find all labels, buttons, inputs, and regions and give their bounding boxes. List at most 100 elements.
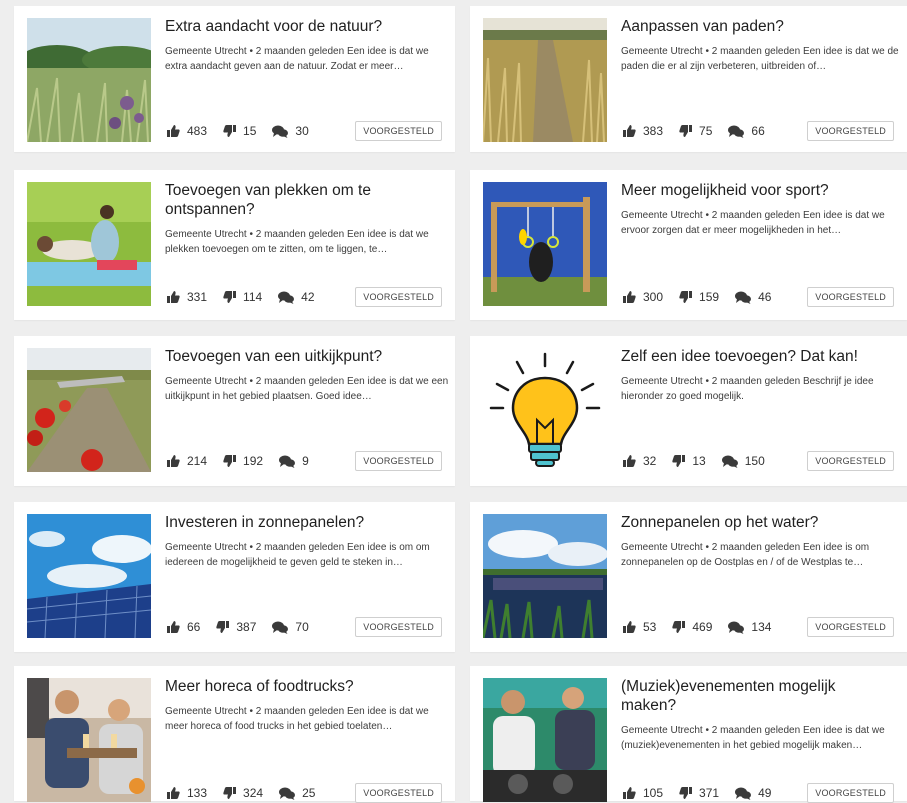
like-button[interactable]: 300 [623,290,663,304]
like-count: 483 [187,124,208,138]
thumbs-down-icon [679,787,693,799]
comments-button[interactable]: 49 [735,786,771,800]
dislike-button[interactable]: 159 [679,290,719,304]
idea-card[interactable]: (Muziek)evenementen mogelijk maken? Geme… [470,666,907,803]
idea-card[interactable]: Meer mogelijkheid voor sport? Gemeente U… [470,170,907,320]
status-badge: VOORGESTELD [355,287,442,307]
idea-title[interactable]: Toevoegen van plekken om te ontspannen? [165,181,415,219]
dislike-button[interactable]: 469 [672,620,712,634]
like-button[interactable]: 133 [167,786,207,800]
dislike-button[interactable]: 387 [216,620,256,634]
thumbs-up-icon [623,125,636,137]
like-button[interactable]: 331 [167,290,207,304]
idea-card[interactable]: Toevoegen van een uitkijkpunt? Gemeente … [14,336,455,486]
thumbs-down-icon [223,291,237,303]
like-button[interactable]: 383 [623,124,663,138]
like-button[interactable]: 483 [167,124,207,138]
status-badge: VOORGESTELD [807,121,894,141]
comments-button[interactable]: 42 [278,290,315,304]
thumbs-down-icon [223,455,237,467]
comments-button[interactable]: 46 [735,290,771,304]
like-count: 133 [187,786,208,800]
comments-button[interactable]: 134 [728,620,771,634]
dislike-count: 75 [699,124,713,138]
dislike-count: 114 [243,290,263,304]
idea-image[interactable] [483,348,607,472]
dislike-button[interactable]: 114 [223,290,262,304]
dislike-button[interactable]: 192 [223,454,263,468]
idea-card[interactable]: Investeren in zonnepanelen? Gemeente Utr… [14,502,455,652]
comments-button[interactable]: 30 [272,124,309,138]
comments-button[interactable]: 70 [272,620,309,634]
comment-count: 46 [758,290,772,304]
idea-card[interactable]: Toevoegen van plekken om te ontspannen? … [14,170,455,320]
dislike-button[interactable]: 371 [679,786,719,800]
comments-button[interactable]: 9 [279,454,309,468]
comments-icon [272,621,289,634]
dislike-count: 387 [236,620,257,634]
dislike-count: 469 [692,620,713,634]
idea-title[interactable]: Aanpassen van paden? [621,17,901,36]
thumbs-down-icon [679,291,693,303]
like-button[interactable]: 66 [167,620,200,634]
idea-image[interactable] [483,514,607,638]
idea-title[interactable]: Investeren in zonnepanelen? [165,513,445,532]
idea-card[interactable]: Meer horeca of foodtrucks? Gemeente Utre… [14,666,455,803]
status-badge: VOORGESTELD [355,783,442,803]
idea-image[interactable] [27,182,151,306]
comment-count: 42 [301,290,315,304]
idea-stats: 32 13 150 [623,453,781,469]
thumbs-up-icon [167,621,180,633]
idea-title[interactable]: Zelf een idee toevoegen? Dat kan! [621,347,901,366]
idea-description: Gemeente Utrecht • 2 maanden geleden Bes… [621,376,874,402]
idea-image[interactable] [27,514,151,638]
idea-image[interactable] [483,18,607,142]
thumbs-down-icon [223,125,237,137]
thumbs-up-icon [167,125,180,137]
idea-title[interactable]: (Muziek)evenementen mogelijk maken? [621,677,871,715]
like-button[interactable]: 214 [167,454,207,468]
idea-title[interactable]: Meer mogelijkheid voor sport? [621,181,901,200]
idea-description: Gemeente Utrecht • 2 maanden geleden Een… [165,229,429,255]
thumbs-up-icon [623,621,636,633]
comments-button[interactable]: 150 [721,454,765,468]
idea-card[interactable]: Zonnepanelen op het water? Gemeente Utre… [470,502,907,652]
like-count: 32 [643,454,657,468]
like-button[interactable]: 53 [623,620,656,634]
idea-image[interactable] [27,678,151,802]
idea-stats: 66 387 70 [167,619,325,635]
dislike-button[interactable]: 13 [672,454,706,468]
status-badge: VOORGESTELD [355,451,442,471]
idea-title[interactable]: Toevoegen van een uitkijkpunt? [165,347,445,366]
idea-title[interactable]: Extra aandacht voor de natuur? [165,17,445,36]
like-button[interactable]: 32 [623,454,656,468]
idea-image[interactable] [483,182,607,306]
comments-icon [735,787,752,800]
comment-count: 134 [751,620,772,634]
idea-image[interactable] [27,348,151,472]
idea-image[interactable] [27,18,151,142]
idea-card[interactable]: Extra aandacht voor de natuur? Gemeente … [14,6,455,152]
idea-card[interactable]: Aanpassen van paden? Gemeente Utrecht • … [470,6,907,152]
idea-title[interactable]: Zonnepanelen op het water? [621,513,901,532]
comments-icon [272,125,289,138]
like-button[interactable]: 105 [623,786,663,800]
comments-icon [279,787,296,800]
dislike-button[interactable]: 15 [223,124,256,138]
dislike-count: 192 [243,454,264,468]
thumbs-up-icon [623,787,636,799]
status-badge: VOORGESTELD [807,287,894,307]
thumbs-down-icon [216,621,230,633]
comments-button[interactable]: 66 [728,124,765,138]
idea-description: Gemeente Utrecht • 2 maanden geleden Een… [165,542,430,568]
thumbs-up-icon [167,455,180,467]
like-count: 66 [187,620,201,634]
idea-image[interactable] [483,678,607,802]
dislike-button[interactable]: 324 [223,786,263,800]
idea-card[interactable]: Zelf een idee toevoegen? Dat kan! Gemeen… [470,336,907,486]
dislike-count: 159 [699,290,720,304]
idea-title[interactable]: Meer horeca of foodtrucks? [165,677,445,696]
dislike-button[interactable]: 75 [679,124,712,138]
comments-icon [278,291,295,304]
comments-button[interactable]: 25 [279,786,315,800]
